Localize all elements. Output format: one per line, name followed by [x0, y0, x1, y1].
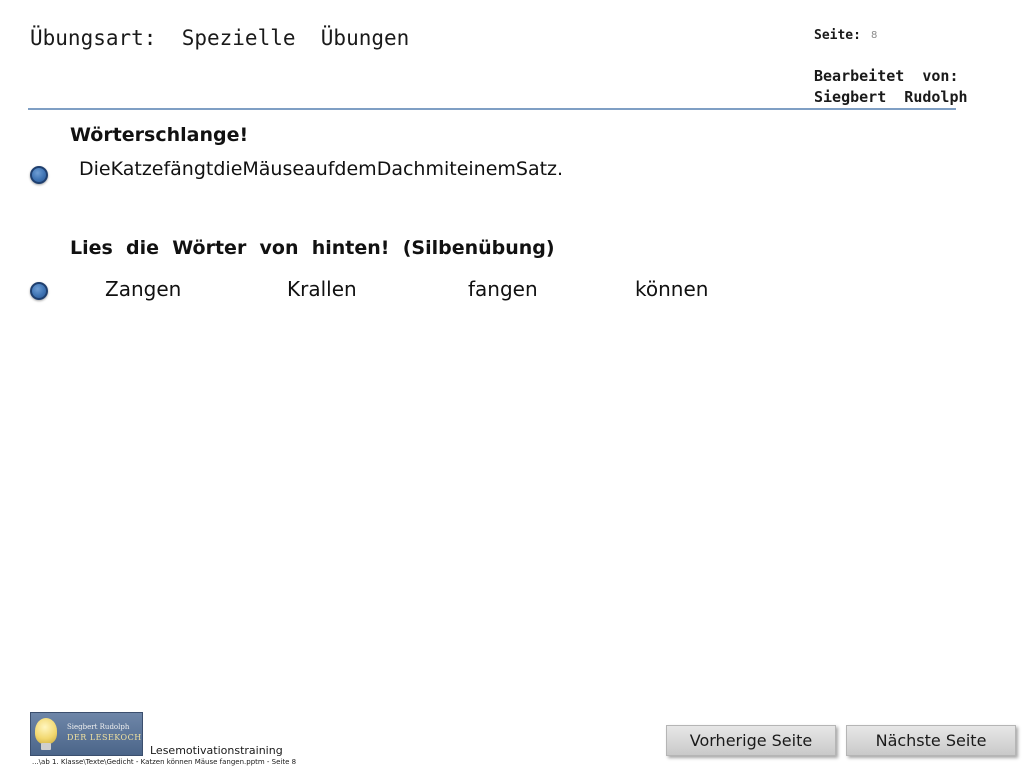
logo-brand-text: DER LESEKOCH	[67, 733, 142, 742]
page-number: 8	[871, 30, 878, 41]
leserkoch-logo: Siegbert Rudolph DER LESEKOCH	[30, 712, 143, 756]
edited-by-name: Siegbert Rudolph	[814, 88, 968, 106]
page-title: Übungsart: Spezielle Übungen	[30, 26, 410, 50]
footer-file-path: ...\ab 1. Klasse\Texte\Gedicht - Katzen …	[32, 758, 297, 766]
lightbulb-icon	[35, 718, 57, 744]
syllable-word: fangen	[468, 277, 538, 301]
edited-by-label: Bearbeitet von:	[814, 67, 959, 85]
syllable-word: können	[635, 277, 709, 301]
bullet-icon	[30, 282, 48, 300]
previous-page-button[interactable]: Vorherige Seite	[666, 725, 836, 756]
lightbulb-base-icon	[41, 743, 51, 750]
footer-title: Lesemotivationstraining	[150, 744, 283, 757]
section-heading-word-snake: Wörterschlange!	[70, 124, 249, 146]
word-snake-text: DieKatzefängtdieMäuseaufdemDachmiteinemS…	[79, 158, 564, 180]
page-label: Seite:	[814, 28, 861, 43]
syllable-word: Zangen	[105, 277, 182, 301]
syllable-word: Krallen	[287, 277, 357, 301]
section-heading-read-backwards: Lies die Wörter von hinten! (Silbenübung…	[70, 237, 555, 259]
logo-author-text: Siegbert Rudolph	[67, 723, 130, 731]
header-divider	[28, 108, 956, 110]
next-page-button[interactable]: Nächste Seite	[846, 725, 1016, 756]
slide: Übungsart: Spezielle Übungen Seite: 8 Be…	[0, 0, 1024, 768]
bullet-icon	[30, 166, 48, 184]
